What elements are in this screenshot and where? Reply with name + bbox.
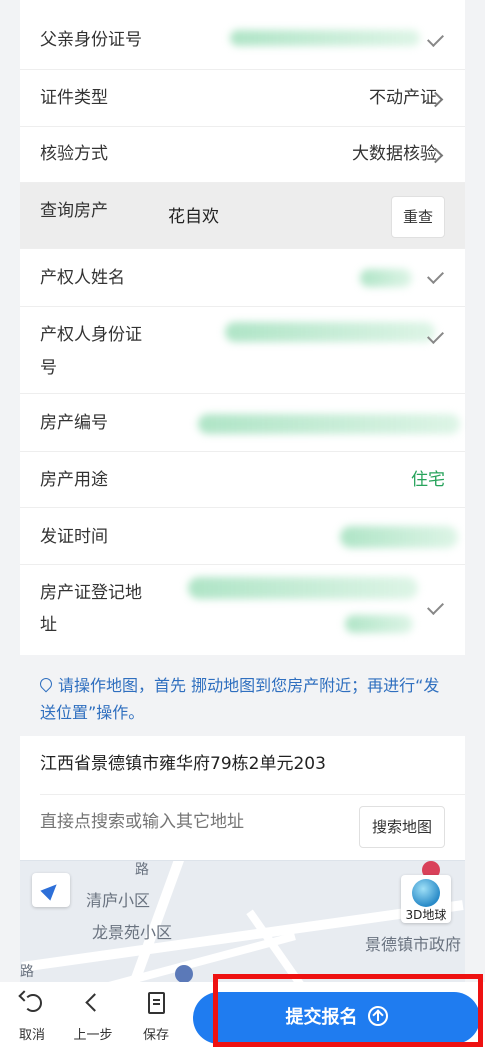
property-use-label: 房产用途 [40, 470, 108, 490]
chevron-left-icon [85, 993, 104, 1012]
map-road-label: 路 [20, 964, 34, 980]
row-cert-type[interactable]: 证件类型 不动产证 [20, 70, 465, 127]
redacted-value [230, 30, 420, 46]
poi-marker-icon [175, 965, 193, 983]
cancel-button[interactable]: 取消 [7, 990, 57, 1043]
globe-3d-button[interactable]: 3D地球 [401, 875, 451, 923]
register-addr-label-line1: 房产证登记地 [40, 583, 142, 603]
owner-id-label-line2: 号 [40, 358, 57, 378]
row-owner-id: 产权人身份证 号 [20, 307, 465, 394]
locate-button[interactable] [32, 873, 70, 907]
row-query-property: 查询房产 花自欢 重查 [20, 183, 465, 249]
query-property-value: 花自欢 [168, 207, 219, 227]
prev-step-label: 上一步 [73, 1028, 113, 1043]
navigation-arrow-icon [40, 879, 62, 901]
page: 父亲身份证号 证件类型 不动产证 核验方式 大数据核验 查询房产 花自欢 重查 … [0, 0, 485, 1050]
address-card: 江西省景德镇市雍华府79栋2单元203 搜索地图 [20, 736, 465, 860]
redacted-value [225, 322, 435, 342]
map-view[interactable]: 路 路 清庐小区 龙景苑小区 景德镇市政府 3D地球 [20, 860, 465, 991]
current-address: 江西省景德镇市雍华府79栋2单元203 [40, 754, 326, 774]
owner-name-label: 产权人姓名 [40, 268, 125, 288]
map-road-label: 路 [135, 862, 149, 878]
row-owner-name: 产权人姓名 [20, 249, 465, 307]
address-search-input[interactable] [40, 812, 340, 832]
cert-type-value: 不动产证 [369, 88, 437, 108]
submit-registration-button[interactable]: 提交报名 [193, 992, 480, 1044]
row-register-addr: 房产证登记地 址 [20, 565, 465, 655]
arrow-up-circle-icon [367, 1006, 388, 1026]
row-property-no: 房产编号 [20, 394, 465, 452]
row-verify-method[interactable]: 核验方式 大数据核验 [20, 127, 465, 183]
redacted-value [188, 577, 418, 599]
save-label: 保存 [142, 1028, 169, 1043]
map-label-longjingyuan: 龙景苑小区 [92, 923, 173, 942]
owner-id-label-line1: 产权人身份证 [40, 325, 142, 345]
cancel-label: 取消 [18, 1028, 45, 1043]
recheck-button[interactable]: 重查 [391, 196, 445, 238]
location-pin-icon [37, 675, 55, 693]
form-card: 父亲身份证号 证件类型 不动产证 核验方式 大数据核验 查询房产 花自欢 重查 … [20, 0, 465, 655]
redacted-value [198, 414, 460, 434]
cert-type-label: 证件类型 [40, 88, 108, 108]
prev-step-button[interactable]: 上一步 [68, 992, 118, 1043]
document-icon [148, 992, 165, 1014]
submit-label: 提交报名 [285, 1007, 358, 1028]
issue-date-label: 发证时间 [40, 527, 108, 547]
property-no-label: 房产编号 [40, 413, 108, 433]
save-button[interactable]: 保存 [131, 992, 181, 1043]
divider [40, 794, 465, 795]
check-icon [427, 598, 444, 615]
father-id-label: 父亲身份证号 [40, 30, 142, 50]
property-use-value: 住宅 [411, 470, 445, 490]
redacted-value [360, 269, 412, 287]
globe-3d-label: 3D地球 [405, 908, 447, 922]
row-property-use: 房产用途 住宅 [20, 452, 465, 508]
verify-method-value: 大数据核验 [352, 144, 437, 164]
row-father-id[interactable]: 父亲身份证号 [20, 0, 465, 70]
map-tip: 请操作地图，首先 挪动地图到您房产附近；再进行“发送位置”操作。 [37, 672, 450, 726]
register-addr-label-line2: 址 [40, 615, 57, 635]
globe-icon [412, 879, 440, 907]
row-issue-date: 发证时间 [20, 508, 465, 565]
check-icon [427, 267, 444, 284]
redacted-value [340, 526, 458, 548]
verify-method-label: 核验方式 [40, 144, 108, 164]
redacted-value [345, 615, 413, 633]
query-property-label: 查询房产 [40, 201, 108, 221]
map-label-qinglu: 清庐小区 [86, 891, 151, 910]
search-map-button[interactable]: 搜索地图 [359, 806, 445, 848]
map-label-gov: 景德镇市政府 [365, 935, 462, 954]
check-icon [427, 30, 444, 47]
map-tip-text: 请操作地图，首先 挪动地图到您房产附近；再进行“发送位置”操作。 [40, 676, 440, 722]
